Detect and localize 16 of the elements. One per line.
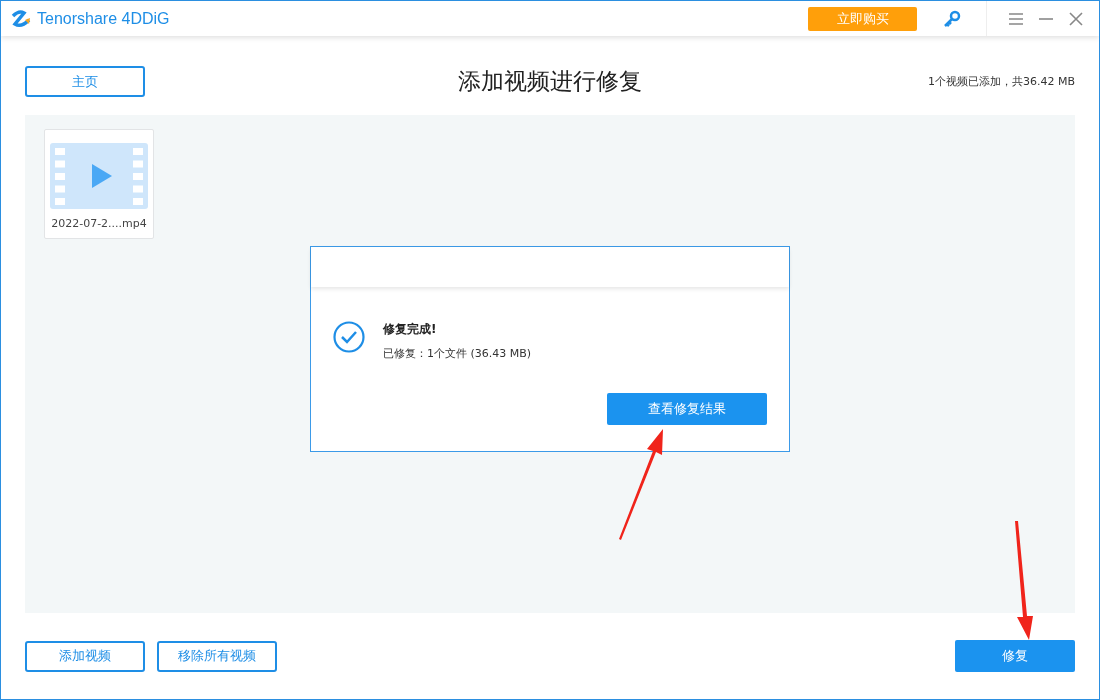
- logo-icon: [11, 9, 31, 28]
- video-summary: 1个视频已添加，共36.42 MB: [927, 74, 1075, 89]
- repair-detail: 已修复：1个文件 (36.43 MB): [383, 346, 532, 361]
- footer-button[interactable]: 移除所有视频: [157, 640, 277, 672]
- footer-button[interactable]: 添加视频: [25, 640, 145, 672]
- video-card[interactable]: 2022-07-2....mp4: [44, 129, 154, 239]
- check-circle-icon: [333, 321, 365, 353]
- view-results-button[interactable]: 查看修复结果: [607, 393, 767, 425]
- video-thumbnail-icon: [50, 143, 148, 209]
- buy-button[interactable]: 立即购买: [808, 6, 917, 31]
- dialog-title: 修复完成!: [383, 321, 438, 338]
- file-name: 2022-07-2....mp4: [51, 217, 147, 230]
- repair-button[interactable]: 修复: [955, 640, 1075, 672]
- home-button[interactable]: 主页: [25, 66, 145, 97]
- page-heading: 添加视频进行修复: [458, 67, 642, 96]
- app-title: Tenorshare 4DDiG: [37, 9, 170, 28]
